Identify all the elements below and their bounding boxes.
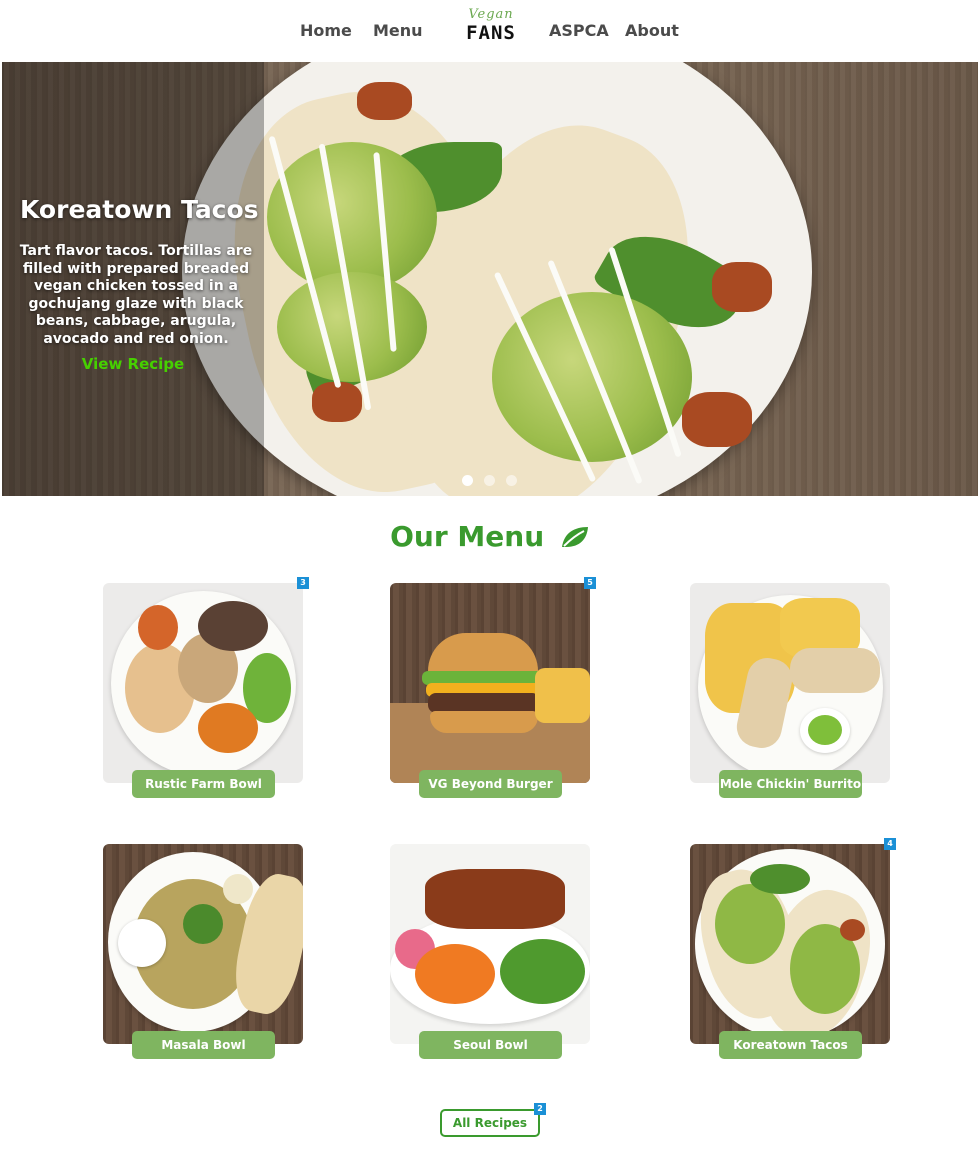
cauliflower: [223, 874, 253, 904]
arugula: [750, 864, 810, 894]
all-recipes-button[interactable]: All Recipes: [440, 1109, 540, 1137]
carousel-dot-3[interactable]: [506, 475, 517, 486]
avocado: [715, 884, 785, 964]
nav-menu-link[interactable]: Menu: [373, 21, 423, 40]
all-recipes-badge: 2: [534, 1103, 546, 1115]
hero-carousel[interactable]: Koreatown Tacos Tart flavor tacos. Torti…: [2, 62, 978, 496]
vegan-chicken: [840, 919, 865, 941]
carousel-dot-1[interactable]: [462, 475, 473, 486]
arugula: [500, 939, 585, 1004]
leaf-icon: [561, 527, 588, 547]
guacamole: [808, 715, 842, 745]
menu-card-koreatown-tacos[interactable]: Koreatown Tacos 4: [690, 838, 896, 1060]
vg-beyond-burger-button[interactable]: VG Beyond Burger: [419, 770, 562, 798]
our-menu-title: Our Menu: [390, 520, 545, 553]
menu-card-masala-bowl[interactable]: Masala Bowl: [103, 844, 303, 1060]
glazed-chicken: [425, 869, 565, 929]
mole-chickin-burrito-button[interactable]: Mole Chickin' Burrito: [719, 770, 862, 798]
all-recipes-label: All Recipes: [452, 1116, 528, 1130]
nav-home-link[interactable]: Home: [300, 21, 352, 40]
menu-card-vg-beyond-burger[interactable]: VG Beyond Burger 5: [390, 577, 596, 799]
top-nav: Home Menu Vegan FANS ASPCA About: [0, 0, 980, 62]
masala-bowl-button[interactable]: Masala Bowl: [132, 1031, 275, 1059]
hero-vegan-chicken: [712, 262, 772, 312]
shredded-carrots: [415, 944, 495, 1004]
nav-about-link[interactable]: About: [625, 21, 679, 40]
hero-vegan-chicken: [312, 382, 362, 422]
vg-beyond-burger-badge: 5: [584, 577, 596, 589]
our-menu-heading: Our Menu: [0, 520, 980, 553]
logo-script-text: Vegan: [468, 7, 514, 22]
hero-vegan-chicken: [682, 392, 752, 447]
burger-bun-bottom: [430, 711, 538, 733]
fries: [535, 668, 590, 723]
menu-card-seoul-bowl[interactable]: Seoul Bowl: [390, 844, 590, 1060]
logo-main-text: FANS: [466, 22, 516, 44]
rustic-farm-bowl-image: [103, 583, 303, 783]
rustic-farm-bowl-badge: 3: [297, 577, 309, 589]
burrito-half: [790, 648, 880, 693]
hero-title: Koreatown Tacos: [20, 195, 259, 224]
koreatown-tacos-image: [690, 844, 890, 1044]
seoul-bowl-image: [390, 844, 590, 1044]
menu-card-mole-chickin-burrito[interactable]: Mole Chickin' Burrito: [690, 583, 890, 799]
mole-chickin-burrito-image: [690, 583, 890, 783]
burger-patty: [428, 693, 540, 713]
mushrooms: [198, 601, 268, 651]
sweet-potato: [198, 703, 258, 753]
roasted-carrots: [138, 605, 178, 650]
rustic-farm-bowl-button[interactable]: Rustic Farm Bowl: [132, 770, 275, 798]
vegan-fans-logo[interactable]: Vegan FANS: [463, 8, 519, 58]
hero-description: Tart flavor tacos. Tortillas are filled …: [19, 243, 253, 347]
nav-aspca-link[interactable]: ASPCA: [549, 21, 609, 40]
seoul-bowl-button[interactable]: Seoul Bowl: [419, 1031, 562, 1059]
cilantro: [183, 904, 223, 944]
hero-vegan-chicken: [357, 82, 412, 120]
masala-bowl-image: [103, 844, 303, 1044]
vg-beyond-burger-image: [390, 583, 590, 783]
menu-card-rustic-farm-bowl[interactable]: Rustic Farm Bowl 3: [103, 577, 309, 799]
carousel-dot-2[interactable]: [484, 475, 495, 486]
carousel-dots: [462, 475, 528, 487]
view-recipe-link[interactable]: View Recipe: [20, 355, 246, 373]
hero-avocado: [492, 292, 692, 462]
koreatown-tacos-button[interactable]: Koreatown Tacos: [719, 1031, 862, 1059]
raita-cup: [118, 919, 166, 967]
koreatown-tacos-badge: 4: [884, 838, 896, 850]
